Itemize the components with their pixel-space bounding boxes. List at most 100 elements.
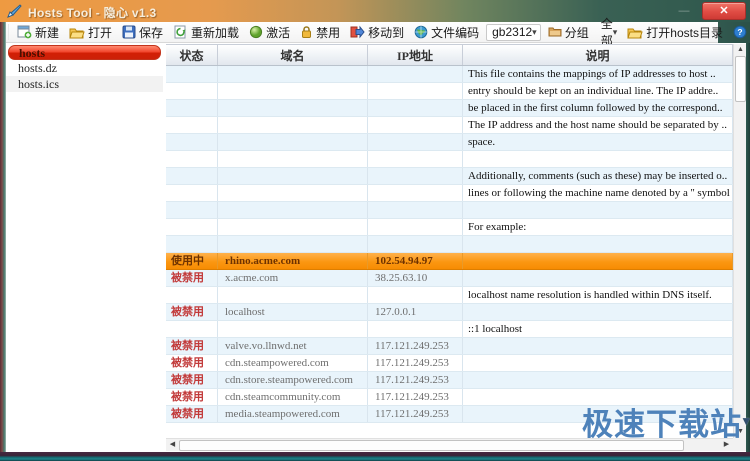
row-ip [368, 202, 463, 218]
row-status [166, 236, 218, 252]
reload-button[interactable]: 重新加载 [169, 22, 243, 43]
row-domain: localhost [218, 304, 368, 320]
titlebar: Hosts Tool - 隐心 v1.3 — ✕ [0, 0, 750, 22]
row-domain: x.acme.com [218, 270, 368, 286]
row-ip [368, 287, 463, 303]
encoding-value: gb2312 [492, 25, 532, 39]
row-status [166, 219, 218, 235]
column-header-ip[interactable]: IP地址 [368, 45, 463, 65]
row-description: For example: [463, 219, 733, 235]
about-button[interactable]: ? 关于 [729, 22, 750, 43]
group-select[interactable]: 全部 ▾ [596, 24, 621, 41]
row-domain [218, 321, 368, 337]
table-row[interactable] [166, 236, 733, 253]
row-ip: 127.0.0.1 [368, 304, 463, 320]
group-label-item: 分组 [544, 22, 593, 43]
table-row[interactable]: localhost name resolution is handled wit… [166, 287, 733, 304]
file-encoding-button[interactable]: 文件编码 [410, 22, 483, 43]
row-domain [218, 83, 368, 99]
row-status: 被禁用 [166, 389, 218, 405]
vertical-scrollbar[interactable]: ▲ ▼ [733, 44, 746, 438]
close-button[interactable]: ✕ [702, 2, 746, 20]
question-mark-icon: ? [733, 25, 747, 39]
table-row[interactable]: 被禁用 cdn.steampowered.com 117.121.249.253 [166, 355, 733, 372]
save-button-label: 保存 [139, 24, 163, 41]
sidebar-item-hosts-ics[interactable]: hosts.ics [6, 76, 163, 92]
row-domain [218, 219, 368, 235]
row-description: space. [463, 134, 733, 150]
table-row[interactable]: The IP address and the host name should … [166, 117, 733, 134]
open-folder-icon [69, 26, 85, 39]
row-status: 被禁用 [166, 338, 218, 354]
row-description: lines or following the machine name deno… [463, 185, 733, 201]
row-ip: 117.121.249.253 [368, 389, 463, 405]
row-ip: 117.121.249.253 [368, 338, 463, 354]
table-row[interactable]: For example: [166, 219, 733, 236]
table-row[interactable]: 被禁用 cdn.store.steampowered.com 117.121.2… [166, 372, 733, 389]
move-arrow-icon [350, 25, 365, 39]
vertical-scroll-thumb[interactable] [735, 56, 746, 102]
column-header-status[interactable]: 状态 [166, 45, 218, 65]
row-ip [368, 117, 463, 133]
row-domain: cdn.store.steampowered.com [218, 372, 368, 388]
table-row[interactable]: ::1 localhost [166, 321, 733, 338]
chevron-down-icon: ▾ [532, 28, 537, 37]
encoding-select[interactable]: gb2312 ▾ [486, 24, 541, 41]
sidebar-item-hosts[interactable]: hosts [8, 45, 161, 60]
sidebar-item-hosts-dz[interactable]: hosts.dz [6, 60, 163, 76]
row-description: be placed in the first column followed b… [463, 100, 733, 116]
table-row[interactable]: 使用中 rhino.acme.com 102.54.94.97 [166, 253, 733, 270]
reload-icon [173, 25, 188, 39]
activate-button[interactable]: 激活 [245, 22, 294, 43]
row-status [166, 100, 218, 116]
row-ip [368, 185, 463, 201]
table-row[interactable]: be placed in the first column followed b… [166, 100, 733, 117]
open-button[interactable]: 打开 [65, 22, 116, 43]
save-button[interactable]: 保存 [118, 22, 167, 43]
row-description: entry should be kept on an individual li… [463, 83, 733, 99]
new-button[interactable]: 新建 [13, 22, 63, 43]
svg-text:?: ? [737, 27, 742, 37]
column-header-domain[interactable]: 域名 [218, 45, 368, 65]
toolbar-grip-handle[interactable] [8, 24, 9, 40]
group-icon [548, 26, 562, 38]
table-row[interactable]: 被禁用 localhost 127.0.0.1 [166, 304, 733, 321]
hosts-file-list: hosts hosts.dz hosts.ics [6, 44, 163, 451]
row-ip [368, 83, 463, 99]
table-row[interactable]: 被禁用 x.acme.com 38.25.63.10 [166, 270, 733, 287]
table-row[interactable]: This file contains the mappings of IP ad… [166, 66, 733, 83]
row-description [463, 372, 733, 388]
row-ip [368, 219, 463, 235]
row-status [166, 202, 218, 218]
disable-button[interactable]: 禁用 [296, 22, 344, 43]
scroll-left-icon[interactable]: ◀ [166, 439, 179, 451]
row-status: 被禁用 [166, 406, 218, 422]
row-status: 被禁用 [166, 355, 218, 371]
row-status [166, 185, 218, 201]
row-description [463, 253, 733, 269]
new-button-label: 新建 [35, 24, 59, 41]
table-row[interactable] [166, 151, 733, 168]
minimize-button[interactable]: — [674, 8, 694, 16]
row-description [463, 202, 733, 218]
row-domain: cdn.steampowered.com [218, 355, 368, 371]
row-ip [368, 168, 463, 184]
column-header-description[interactable]: 说明 [463, 45, 733, 65]
move-to-button-label: 移动到 [368, 24, 404, 41]
table-row[interactable] [166, 202, 733, 219]
open-button-label: 打开 [88, 24, 112, 41]
row-status [166, 83, 218, 99]
reload-button-label: 重新加载 [191, 24, 239, 41]
row-description: Additionally, comments (such as these) m… [463, 168, 733, 184]
row-ip: 38.25.63.10 [368, 270, 463, 286]
table-row[interactable]: entry should be kept on an individual li… [166, 83, 733, 100]
scroll-up-icon[interactable]: ▲ [734, 44, 747, 56]
window-border-bottom [0, 452, 750, 461]
table-row[interactable]: space. [166, 134, 733, 151]
open-hosts-dir-button[interactable]: 打开hosts目录 [623, 22, 727, 43]
table-row[interactable]: lines or following the machine name deno… [166, 185, 733, 202]
table-row[interactable]: Additionally, comments (such as these) m… [166, 168, 733, 185]
table-row[interactable]: 被禁用 valve.vo.llnwd.net 117.121.249.253 [166, 338, 733, 355]
move-to-button[interactable]: 移动到 [346, 22, 408, 43]
group-label: 分组 [565, 24, 589, 41]
